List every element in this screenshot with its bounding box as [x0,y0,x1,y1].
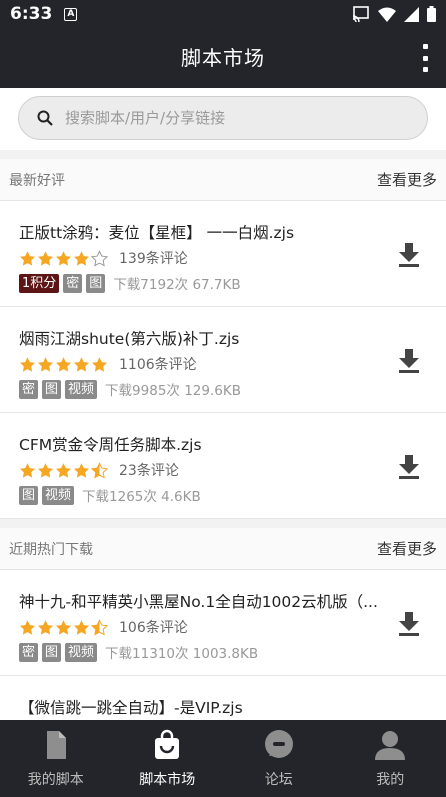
script-name: 正版tt涂鸦：麦位【星框】 一一白烟.zjs [19,224,295,242]
encrypted-tag: 密 [63,273,83,293]
section-header-hot: 近期热门下载 查看更多 [0,528,446,570]
bottom-nav: 我的脚本 脚本市场 论坛 我的 [0,720,446,797]
status-time: 6:33 [10,4,53,24]
file-icon [46,731,66,759]
review-count: 1106条评论 [119,357,197,373]
star-filled-icon [56,619,71,635]
download-stats: 下载1265次 4.6KB [82,489,201,505]
rating-stars [19,356,108,373]
script-item-partial[interactable]: 【微信跳一跳全自动】-是VIP.zjs [0,676,446,720]
encrypted-tag: 密 [19,379,39,399]
nav-label: 我的脚本 [27,772,84,788]
view-more-link[interactable]: 查看更多 [377,169,437,190]
download-icon[interactable] [398,612,420,636]
nav-script-market[interactable]: 脚本市场 [112,720,224,797]
nav-forum[interactable]: 论坛 [223,720,335,797]
star-filled-icon [20,619,35,635]
star-filled-icon [74,356,89,372]
video-tag: 视频 [65,379,98,399]
star-half-icon [91,461,108,479]
image-tag: 图 [86,273,106,293]
shopping-bag-icon [155,729,180,759]
review-count: 23条评论 [119,463,179,479]
search-bar[interactable] [18,96,428,140]
section-header-latest: 最新好评 查看更多 [0,159,446,201]
wifi-icon [378,7,396,22]
star-filled-icon [74,462,89,478]
script-item[interactable]: 神十九-和平精英小黑屋No.1全自动1002云机版（... 106条评论 密 图… [0,570,446,676]
search-area [0,88,446,150]
image-tag: 图 [42,379,62,399]
section-title: 最新好评 [9,172,65,189]
script-item[interactable]: 烟雨江湖shute(第六版)补丁.zjs 1106条评论 密 图 视频 下载99… [0,307,446,413]
nav-label: 脚本市场 [139,772,196,788]
script-list[interactable]: 最新好评 查看更多 正版tt涂鸦：麦位【星框】 一一白烟.zjs 139条评论 … [0,150,446,720]
star-filled-icon [74,619,89,635]
script-name: 【微信跳一跳全自动】-是VIP.zjs [19,699,243,717]
nav-profile[interactable]: 我的 [335,720,446,797]
star-filled-icon [38,356,53,372]
nav-label: 论坛 [264,772,293,788]
view-more-link[interactable]: 查看更多 [377,538,437,559]
download-icon[interactable] [398,349,420,373]
script-item[interactable]: CFM赏金令周任务脚本.zjs 23条评论 图 视频 下载1265次 4.6KB [0,413,446,519]
signal-icon [404,6,419,22]
nav-label: 我的 [376,772,405,788]
star-filled-icon [20,356,35,372]
script-name: 神十九-和平精英小黑屋No.1全自动1002云机版（... [19,593,378,611]
star-half-icon [91,618,108,636]
rating-stars [19,249,108,267]
image-tag: 图 [42,642,62,662]
video-tag: 视频 [42,485,75,505]
download-stats: 下载7192次 67.7KB [113,277,241,293]
star-filled-icon [92,356,107,372]
star-filled-icon [20,250,35,266]
section-title: 近期热门下载 [9,541,93,558]
status-bar: 6:33 A [0,0,446,28]
star-filled-icon [38,250,53,266]
star-filled-icon [38,619,53,635]
star-filled-icon [56,462,71,478]
overflow-menu-icon[interactable] [418,44,432,72]
script-name: CFM赏金令周任务脚本.zjs [19,436,202,454]
app-bar: 脚本市场 [0,28,446,88]
image-tag: 图 [19,485,39,505]
review-count: 106条评论 [119,620,188,636]
page-title: 脚本市场 [181,46,265,70]
video-tag: 视频 [65,642,98,662]
download-stats: 下载9985次 129.6KB [105,383,241,399]
star-filled-icon [20,462,35,478]
review-count: 139条评论 [119,251,188,267]
encrypted-tag: 密 [19,642,39,662]
download-icon[interactable] [398,243,420,267]
star-filled-icon [56,356,71,372]
script-item[interactable]: 正版tt涂鸦：麦位【星框】 一一白烟.zjs 139条评论 1积分 密 图 下载… [0,201,446,307]
star-filled-icon [56,250,71,266]
cast-icon [352,6,369,22]
star-filled-icon [38,462,53,478]
chat-bubble-icon [264,730,293,758]
download-icon[interactable] [398,455,420,479]
star-filled-icon [74,250,89,266]
download-stats: 下载11310次 1003.8KB [105,646,259,662]
rating-stars [19,461,108,479]
script-name: 烟雨江湖shute(第六版)补丁.zjs [19,330,240,348]
search-icon [37,110,53,126]
search-input[interactable] [65,109,385,127]
battery-icon [427,6,436,22]
star-empty-icon [91,249,108,267]
nav-my-scripts[interactable]: 我的脚本 [0,720,112,797]
rating-stars [19,618,108,636]
points-tag: 1积分 [19,273,60,293]
person-icon [375,731,406,760]
notification-icon: A [64,7,78,21]
